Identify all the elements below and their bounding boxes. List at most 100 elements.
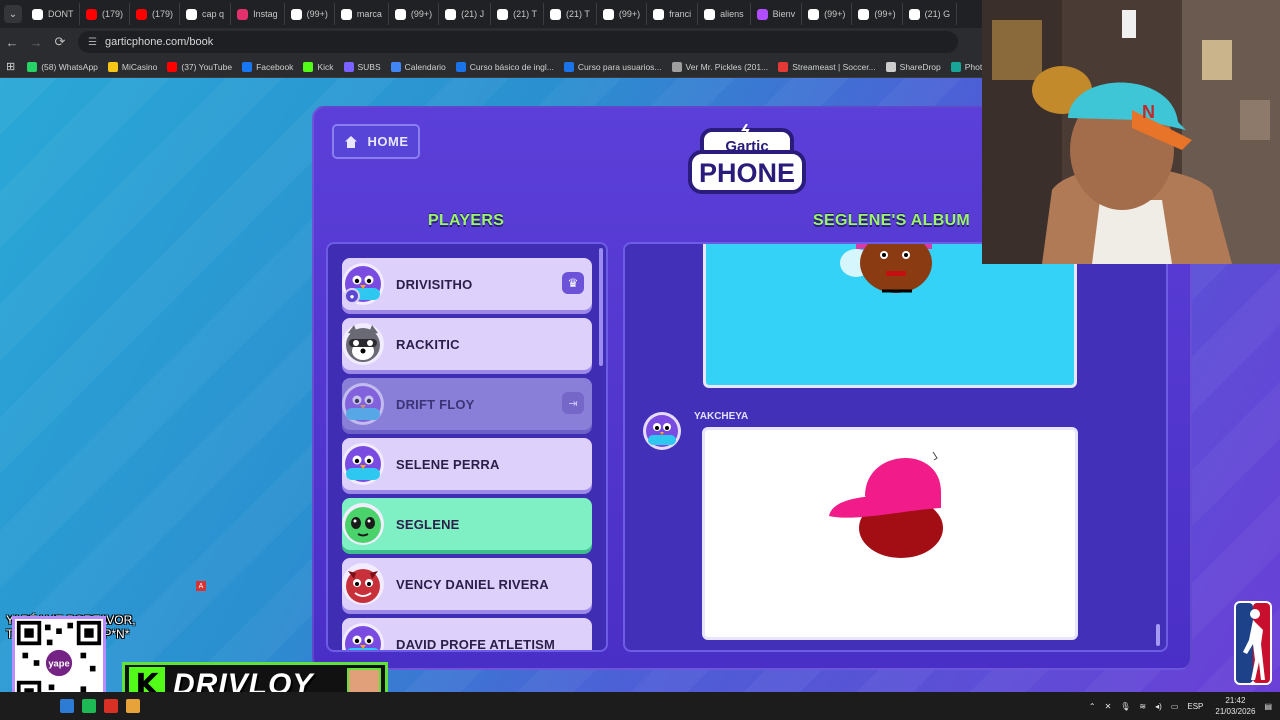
- app-icon[interactable]: [126, 699, 140, 713]
- player-name: DRIFT FLOY: [396, 396, 475, 412]
- bookmark-item[interactable]: Kick: [303, 61, 334, 72]
- language-indicator[interactable]: ESP: [1187, 702, 1203, 711]
- tab-label: Bienv: [772, 9, 796, 19]
- browser-tab[interactable]: (99+): [597, 3, 648, 25]
- player-name: DRIVISITHO: [396, 276, 473, 292]
- microphone-icon[interactable]: 🎙: [1120, 702, 1130, 711]
- svg-text:N: N: [1142, 102, 1155, 122]
- chevron-up-icon[interactable]: ⌃: [1089, 702, 1096, 711]
- bookmark-favicon-icon: [885, 61, 896, 72]
- app-icon[interactable]: [82, 699, 96, 713]
- bookmark-item[interactable]: SUBS: [343, 61, 381, 72]
- author-avatar: [643, 412, 681, 450]
- tab-label: (179): [152, 9, 174, 19]
- tab-favicon-icon: [497, 8, 509, 20]
- browser-tab[interactable]: (179): [130, 3, 181, 25]
- browser-tab[interactable]: (21) G: [903, 3, 957, 25]
- reload-icon[interactable]: ⟳: [48, 34, 72, 50]
- back-icon[interactable]: ←: [0, 35, 24, 50]
- apps-icon[interactable]: ⊞: [6, 60, 15, 73]
- browser-tab[interactable]: (99+): [285, 3, 335, 25]
- bookmark-item[interactable]: ShareDrop: [885, 61, 941, 72]
- tab-label: (99+): [874, 9, 896, 19]
- tab-label: (21) T: [513, 9, 537, 19]
- bookmark-item[interactable]: (58) WhatsApp: [27, 61, 98, 72]
- tab-search-button[interactable]: ⌄: [4, 5, 22, 23]
- tab-label: (21) T: [565, 9, 590, 19]
- browser-tab[interactable]: (179): [80, 3, 131, 25]
- bookmark-label: Streameast | Soccer...: [792, 61, 876, 72]
- player-row[interactable]: SEGLENE: [342, 498, 592, 550]
- network-icon[interactable]: ✕: [1105, 702, 1112, 711]
- crown-icon: ♛: [562, 272, 584, 294]
- browser-tab[interactable]: cap q: [180, 3, 232, 25]
- bookmarks-list: (58) WhatsApp MiCasino (37) YouTube Faceboo…: [27, 61, 1011, 72]
- browser-tab[interactable]: Bienv: [751, 3, 803, 25]
- tab-favicon-icon: [237, 8, 249, 20]
- browser-tab[interactable]: (99+): [389, 3, 440, 25]
- player-row[interactable]: SELENE PERRA: [342, 438, 592, 490]
- volume-icon[interactable]: ◂): [1155, 702, 1162, 711]
- browser-tab[interactable]: (21) J: [439, 3, 492, 25]
- bookmark-item[interactable]: Streameast | Soccer...: [778, 61, 876, 72]
- clock-time: 21:42: [1225, 696, 1246, 705]
- browser-tab[interactable]: DONT: [26, 3, 80, 25]
- app-icon[interactable]: [104, 699, 118, 713]
- house-icon: [344, 135, 357, 148]
- browser-tab[interactable]: (21) T: [491, 3, 544, 25]
- player-name: RACKITIC: [396, 336, 460, 352]
- bookmark-label: Ver Mr. Pickles (201...: [685, 61, 769, 72]
- bookmark-item[interactable]: Ver Mr. Pickles (201...: [671, 61, 769, 72]
- user-badge-icon: ●: [344, 288, 360, 304]
- bookmark-favicon-icon: [950, 61, 961, 72]
- site-info-icon[interactable]: ☰: [88, 37, 97, 48]
- bookmark-label: MiCasino: [121, 61, 158, 72]
- bookmark-favicon-icon: [343, 61, 354, 72]
- player-row[interactable]: DRIVISITHO ♛ ●: [342, 258, 592, 310]
- bookmark-item[interactable]: MiCasino: [107, 61, 158, 72]
- bookmark-item[interactable]: Curso para usuarios...: [563, 61, 662, 72]
- forward-icon[interactable]: →: [24, 35, 48, 50]
- battery-icon[interactable]: ▭: [1171, 702, 1179, 711]
- bookmark-item[interactable]: Curso básico de ingl...: [455, 61, 554, 72]
- tab-label: (99+): [410, 9, 433, 19]
- bookmark-item[interactable]: Facebook: [242, 61, 293, 72]
- bookmark-item[interactable]: Calendario: [390, 61, 446, 72]
- browser-tab[interactable]: aliens: [698, 3, 751, 25]
- browser-tab[interactable]: franci: [647, 3, 699, 25]
- tab-favicon-icon: [290, 8, 302, 20]
- player-row[interactable]: DAVID PROFE ATLETISM: [342, 618, 592, 650]
- home-button[interactable]: HOME: [332, 124, 420, 159]
- home-label: HOME: [367, 134, 409, 149]
- tab-label: (21) G: [924, 9, 951, 19]
- app-icon[interactable]: [60, 699, 74, 713]
- players-list[interactable]: DRIVISITHO ♛ ● RACKITIC DRIFT FLOY ⇥ SELENE PE…: [326, 242, 608, 652]
- tab-favicon-icon: [186, 8, 198, 20]
- browser-tab[interactable]: Instag: [231, 3, 285, 25]
- gartic-phone-logo: Gartic PHONE: [688, 124, 806, 194]
- player-row[interactable]: VENCY DANIEL RIVERA: [342, 558, 592, 610]
- bookmark-favicon-icon: [563, 61, 574, 72]
- players-scrollbar[interactable]: [599, 248, 603, 366]
- bookmark-label: Kick: [317, 61, 334, 72]
- browser-tab[interactable]: (99+): [852, 3, 903, 25]
- player-row[interactable]: RACKITIC: [342, 318, 592, 370]
- album-view[interactable]: YAKCHEYA: [623, 242, 1168, 652]
- tab-favicon-icon: [602, 8, 614, 20]
- browser-tab[interactable]: (99+): [802, 3, 853, 25]
- clock[interactable]: 21:42 21/03/2026: [1215, 695, 1255, 717]
- album-scrollbar[interactable]: [1156, 624, 1160, 646]
- webcam-overlay: N: [982, 0, 1280, 264]
- bookmark-favicon-icon: [107, 61, 118, 72]
- wifi-icon[interactable]: ≋: [1139, 702, 1146, 711]
- album-drawing-current: [702, 427, 1078, 640]
- player-row[interactable]: DRIFT FLOY ⇥: [342, 378, 592, 430]
- url-field[interactable]: ☰ garticphone.com/book: [78, 31, 958, 53]
- tab-label: Instag: [253, 9, 278, 19]
- taskbar-apps: [60, 699, 148, 713]
- notifications-icon[interactable]: ▤: [1264, 702, 1272, 711]
- svg-text:PHONE: PHONE: [699, 158, 795, 188]
- browser-tab[interactable]: (21) T: [544, 3, 597, 25]
- bookmark-item[interactable]: (37) YouTube: [167, 61, 232, 72]
- browser-tab[interactable]: marca: [335, 3, 389, 25]
